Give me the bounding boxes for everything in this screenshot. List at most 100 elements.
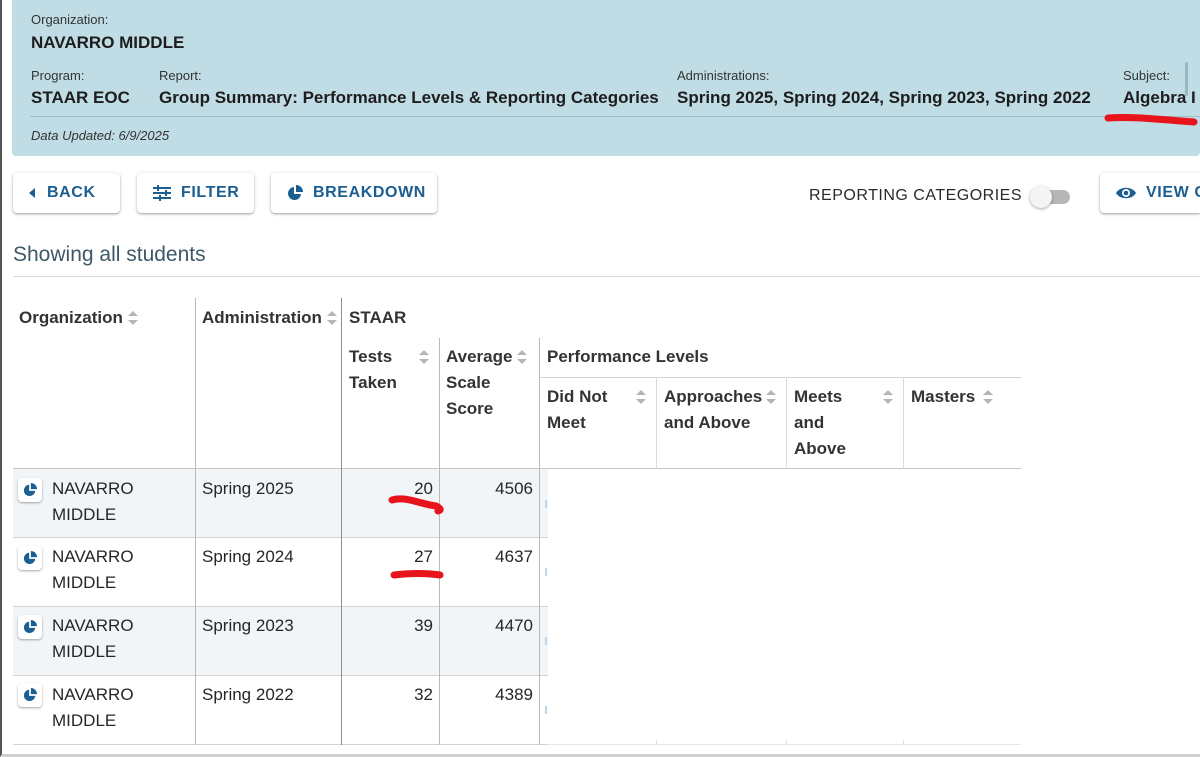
triangle-left-icon	[29, 188, 37, 198]
administration-cell: Spring 2022	[202, 685, 294, 704]
sort-arrows-icon[interactable]	[127, 309, 139, 327]
organization-cell-line: MIDDLE	[52, 573, 117, 592]
meets-header-line: and	[794, 413, 825, 432]
reporting-categories-label: REPORTING CATEGORIES	[809, 187, 1022, 204]
header-divider	[30, 116, 1200, 117]
staar-group-header: STAAR	[349, 308, 407, 327]
row-divider	[13, 537, 548, 538]
back-button[interactable]: BACK	[13, 173, 120, 213]
heading-divider	[13, 276, 1200, 277]
table-row[interactable]: NAVARRO MIDDLE Spring 2025 20 4506	[13, 469, 548, 537]
tests-taken-column-header[interactable]: Tests Taken	[349, 344, 397, 396]
avg-score-header-line: Score	[446, 399, 494, 418]
loading-indicator	[545, 568, 547, 576]
tests-taken-cell: 20	[414, 479, 433, 498]
view-button-label: VIEW C	[1146, 184, 1200, 201]
column-divider	[786, 377, 787, 469]
column-divider	[341, 298, 342, 745]
sliders-icon	[153, 185, 171, 201]
masters-column-header[interactable]: Masters	[911, 384, 975, 410]
organization-label: Organization:	[31, 12, 109, 27]
organization-value: NAVARRO MIDDLE	[31, 33, 185, 52]
column-divider	[439, 338, 440, 745]
organization-cell-line: MIDDLE	[52, 711, 117, 730]
view-button[interactable]: VIEW C	[1100, 173, 1200, 213]
report-header-panel: Organization: NAVARRO MIDDLE Program: ST…	[12, 0, 1200, 156]
tests-taken-header-line: Tests	[349, 347, 393, 366]
pie-chart-icon[interactable]	[18, 546, 42, 570]
average-scale-score-cell: 4470	[495, 616, 533, 635]
table-row[interactable]: NAVARRO MIDDLE Spring 2023 39 4470	[13, 607, 548, 675]
column-divider	[195, 298, 196, 745]
administrations-value: Spring 2025, Spring 2024, Spring 2023, S…	[677, 88, 1091, 107]
row-divider	[13, 606, 548, 607]
back-button-label: BACK	[47, 184, 96, 201]
sort-arrows-icon[interactable]	[765, 388, 777, 406]
meets-header-line: Meets	[794, 387, 843, 406]
organization-cell-line: MIDDLE	[52, 642, 117, 661]
administration-cell: Spring 2023	[202, 616, 294, 635]
administration-cell: Spring 2024	[202, 547, 294, 566]
subject-label: Subject:	[1123, 68, 1170, 83]
breakdown-button-label: BREAKDOWN	[313, 184, 426, 201]
organization-cell-line: NAVARRO	[52, 547, 134, 566]
row-divider	[13, 675, 548, 676]
loading-indicator	[545, 706, 547, 714]
column-divider	[539, 338, 540, 745]
did-not-meet-header-line: Did Not	[547, 387, 608, 406]
header-grid-line	[540, 377, 1021, 378]
row-divider	[13, 744, 548, 745]
organization-column-header[interactable]: Organization	[19, 305, 123, 331]
table-row[interactable]: NAVARRO MIDDLE Spring 2022 32 4389	[13, 676, 548, 744]
sort-arrows-icon[interactable]	[982, 388, 994, 406]
avg-score-header-line: Average	[446, 347, 513, 366]
sort-arrows-icon[interactable]	[882, 388, 894, 406]
avg-score-header-line: Scale	[446, 373, 491, 392]
meets-column-header[interactable]: Meets and Above	[794, 384, 846, 462]
organization-cell-line: MIDDLE	[52, 505, 117, 524]
eye-icon	[1116, 186, 1136, 200]
pie-chart-icon[interactable]	[18, 683, 42, 707]
showing-students-heading: Showing all students	[13, 243, 206, 266]
administration-column-header[interactable]: Administration	[202, 305, 322, 331]
tests-taken-cell: 32	[414, 685, 433, 704]
meets-header-line: Above	[794, 439, 846, 458]
pie-chart-icon[interactable]	[18, 615, 42, 639]
average-scale-score-cell: 4389	[495, 685, 533, 704]
pie-chart-icon[interactable]	[18, 478, 42, 502]
organization-cell: NAVARRO MIDDLE	[52, 613, 134, 665]
approaches-header-line: Approaches	[664, 387, 763, 406]
sort-arrows-icon[interactable]	[418, 348, 430, 366]
header-scrollbar[interactable]	[1185, 62, 1188, 96]
report-label: Report:	[159, 68, 202, 83]
average-scale-score-cell: 4506	[495, 479, 533, 498]
administration-cell: Spring 2025	[202, 479, 294, 498]
filter-button-label: FILTER	[181, 184, 240, 201]
organization-cell-line: NAVARRO	[52, 685, 134, 704]
sort-arrows-icon[interactable]	[516, 348, 528, 366]
loading-indicator	[545, 637, 547, 645]
tests-taken-cell: 27	[414, 547, 433, 566]
sort-arrows-icon[interactable]	[326, 309, 338, 327]
administrations-label: Administrations:	[677, 68, 770, 83]
column-divider	[656, 377, 657, 469]
program-value: STAAR EOC	[31, 88, 130, 107]
row-divider	[548, 744, 1021, 745]
report-value: Group Summary: Performance Levels & Repo…	[159, 88, 659, 107]
tests-taken-cell: 39	[414, 616, 433, 635]
filter-button[interactable]: FILTER	[137, 173, 254, 213]
program-label: Program:	[31, 68, 85, 83]
organization-cell: NAVARRO MIDDLE	[52, 682, 134, 734]
organization-cell-line: NAVARRO	[52, 479, 134, 498]
breakdown-button[interactable]: BREAKDOWN	[271, 173, 437, 213]
column-divider	[903, 377, 904, 469]
approaches-column-header[interactable]: Approaches and Above	[664, 384, 762, 436]
average-scale-score-cell: 4637	[495, 547, 533, 566]
reporting-categories-toggle[interactable]	[1030, 186, 1072, 208]
did-not-meet-column-header[interactable]: Did Not Meet	[547, 384, 607, 436]
table-row[interactable]: NAVARRO MIDDLE Spring 2024 27 4637	[13, 538, 548, 606]
did-not-meet-header-line: Meet	[547, 413, 586, 432]
sort-arrows-icon[interactable]	[635, 388, 647, 406]
organization-cell-line: NAVARRO	[52, 616, 134, 635]
average-scale-score-column-header[interactable]: Average Scale Score	[446, 344, 512, 422]
